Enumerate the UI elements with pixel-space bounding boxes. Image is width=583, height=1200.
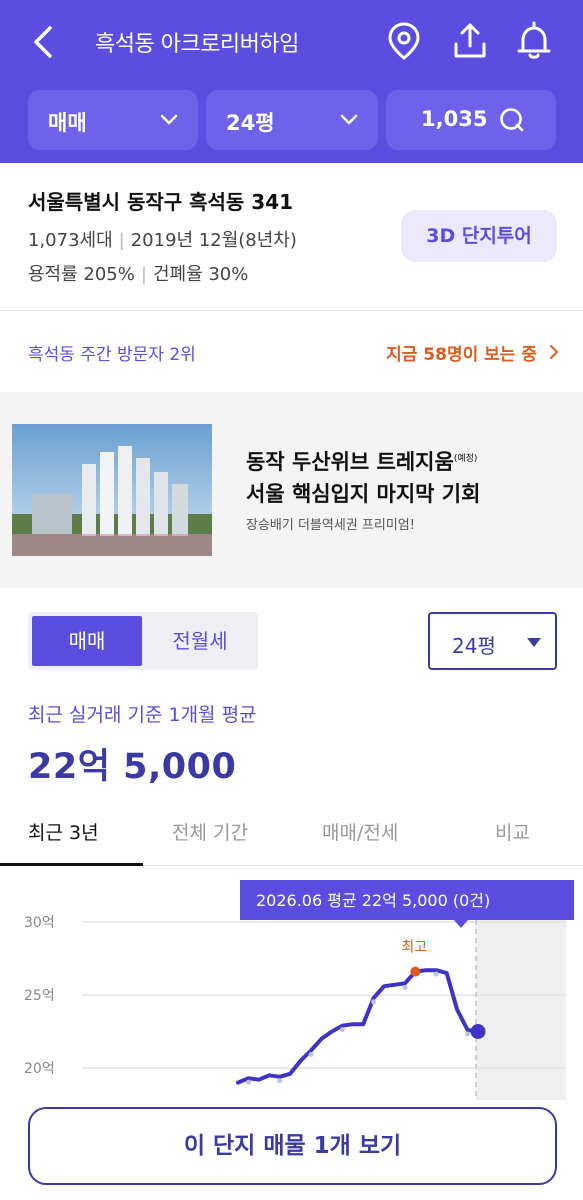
- data-point: [339, 1027, 345, 1033]
- chevron-down-icon: [160, 114, 178, 125]
- tooltip-pointer: [454, 920, 468, 928]
- meta-separator: |: [118, 230, 125, 251]
- current-marker: [470, 1024, 486, 1039]
- size-label: 24평: [226, 111, 275, 135]
- ad-title-line2: 서울 핵심입지 마지막 기회: [246, 482, 481, 506]
- data-point: [433, 971, 439, 977]
- size-select[interactable]: 24평: [428, 612, 557, 670]
- meta-separator: |: [140, 264, 147, 285]
- data-point: [277, 1078, 283, 1084]
- tab-sale-jeonse[interactable]: 매매/전세: [322, 818, 398, 845]
- top-bar: 흑석동 아크로리버하임: [0, 0, 583, 84]
- view-listings-button[interactable]: 이 단지 매물 1개 보기: [28, 1107, 557, 1185]
- bell-icon[interactable]: [514, 20, 554, 62]
- listing-count-button[interactable]: 1,035: [386, 90, 556, 150]
- 3d-tour-button[interactable]: 3D 단지투어: [401, 210, 557, 262]
- y-tick-label: 25억: [24, 988, 55, 1004]
- avg-price-value: 22억 5,000: [28, 747, 237, 787]
- floor-area-ratio: 용적률 205%: [28, 264, 135, 285]
- header: 흑석동 아크로리버하임 매매 24평 1,035: [0, 0, 583, 163]
- size-select-label: 24평: [452, 634, 496, 658]
- y-tick-label: 30억: [24, 915, 55, 931]
- active-tab-indicator: [0, 863, 143, 866]
- built-date: 2019년 12월(8년차): [130, 230, 297, 251]
- divider: [0, 310, 583, 311]
- viewing-now-link[interactable]: 지금 58명이 보는 중: [386, 340, 537, 365]
- complex-address: 서울특별시 동작구 흑석동 341: [28, 190, 294, 214]
- back-arrow-icon[interactable]: [28, 22, 58, 62]
- tooltip-text: 2026.06 평균 22억 5,000 (0건): [256, 891, 490, 910]
- data-point: [245, 1079, 251, 1085]
- peak-marker: [410, 966, 421, 977]
- ad-subtitle: 장승배기 더블역세권 프리미엄!: [246, 518, 415, 533]
- chevron-right-icon[interactable]: [547, 344, 561, 360]
- deal-type-toggle: 매매 전월세: [28, 612, 258, 670]
- location-pin-icon[interactable]: [384, 20, 424, 62]
- ad-title-line1: 동작 두산위브 트레지움(예정): [246, 446, 477, 476]
- listing-count-label: 1,035: [421, 107, 488, 131]
- toggle-rent[interactable]: 전월세: [146, 616, 254, 666]
- data-point: [371, 999, 377, 1005]
- data-point: [465, 1031, 471, 1037]
- complex-meta-1: 1,073세대 | 2019년 12월(8년차): [28, 226, 297, 252]
- coverage-ratio: 건폐율 30%: [152, 264, 249, 285]
- complex-meta-2: 용적률 205% | 건폐율 30%: [28, 260, 248, 286]
- deal-type-dropdown[interactable]: 매매: [28, 90, 198, 150]
- price-chart[interactable]: 30억 25억 20억 최고 2026.06 평균 22억 5,000 (0건): [0, 870, 583, 1100]
- period-tabs: 최근 3년 전체 기간 매매/전세 비교: [0, 810, 583, 866]
- tab-compare[interactable]: 비교: [495, 818, 530, 845]
- toggle-sale[interactable]: 매매: [32, 616, 142, 666]
- avg-price-label: 최근 실거래 기준 1개월 평균: [28, 704, 257, 726]
- households: 1,073세대: [28, 230, 113, 251]
- chevron-down-icon: [340, 114, 358, 125]
- peak-label: 최고: [401, 940, 427, 956]
- price-line: [236, 968, 480, 1085]
- chat-bubble-icon: [500, 108, 524, 132]
- share-icon[interactable]: [450, 20, 490, 62]
- data-point: [402, 984, 408, 990]
- ad-banner[interactable]: 동작 두산위브 트레지움(예정) 서울 핵심입지 마지막 기회 장승배기 더블역…: [0, 392, 583, 588]
- size-dropdown[interactable]: 24평: [206, 90, 378, 150]
- caret-down-icon: [527, 638, 541, 647]
- ad-title-tag: (예정): [453, 454, 478, 464]
- tab-recent-3y[interactable]: 최근 3년: [28, 818, 99, 845]
- visitor-rank: 흑석동 주간 방문자 2위: [28, 345, 196, 365]
- data-point: [308, 1051, 314, 1057]
- ad-title-text: 동작 두산위브 트레지움: [246, 450, 454, 474]
- y-tick-label: 20억: [24, 1061, 55, 1077]
- deal-type-label: 매매: [48, 111, 87, 135]
- tab-all-period[interactable]: 전체 기간: [172, 818, 248, 845]
- page-title: 흑석동 아크로리버하임: [95, 32, 299, 57]
- ad-building-image: [12, 424, 212, 556]
